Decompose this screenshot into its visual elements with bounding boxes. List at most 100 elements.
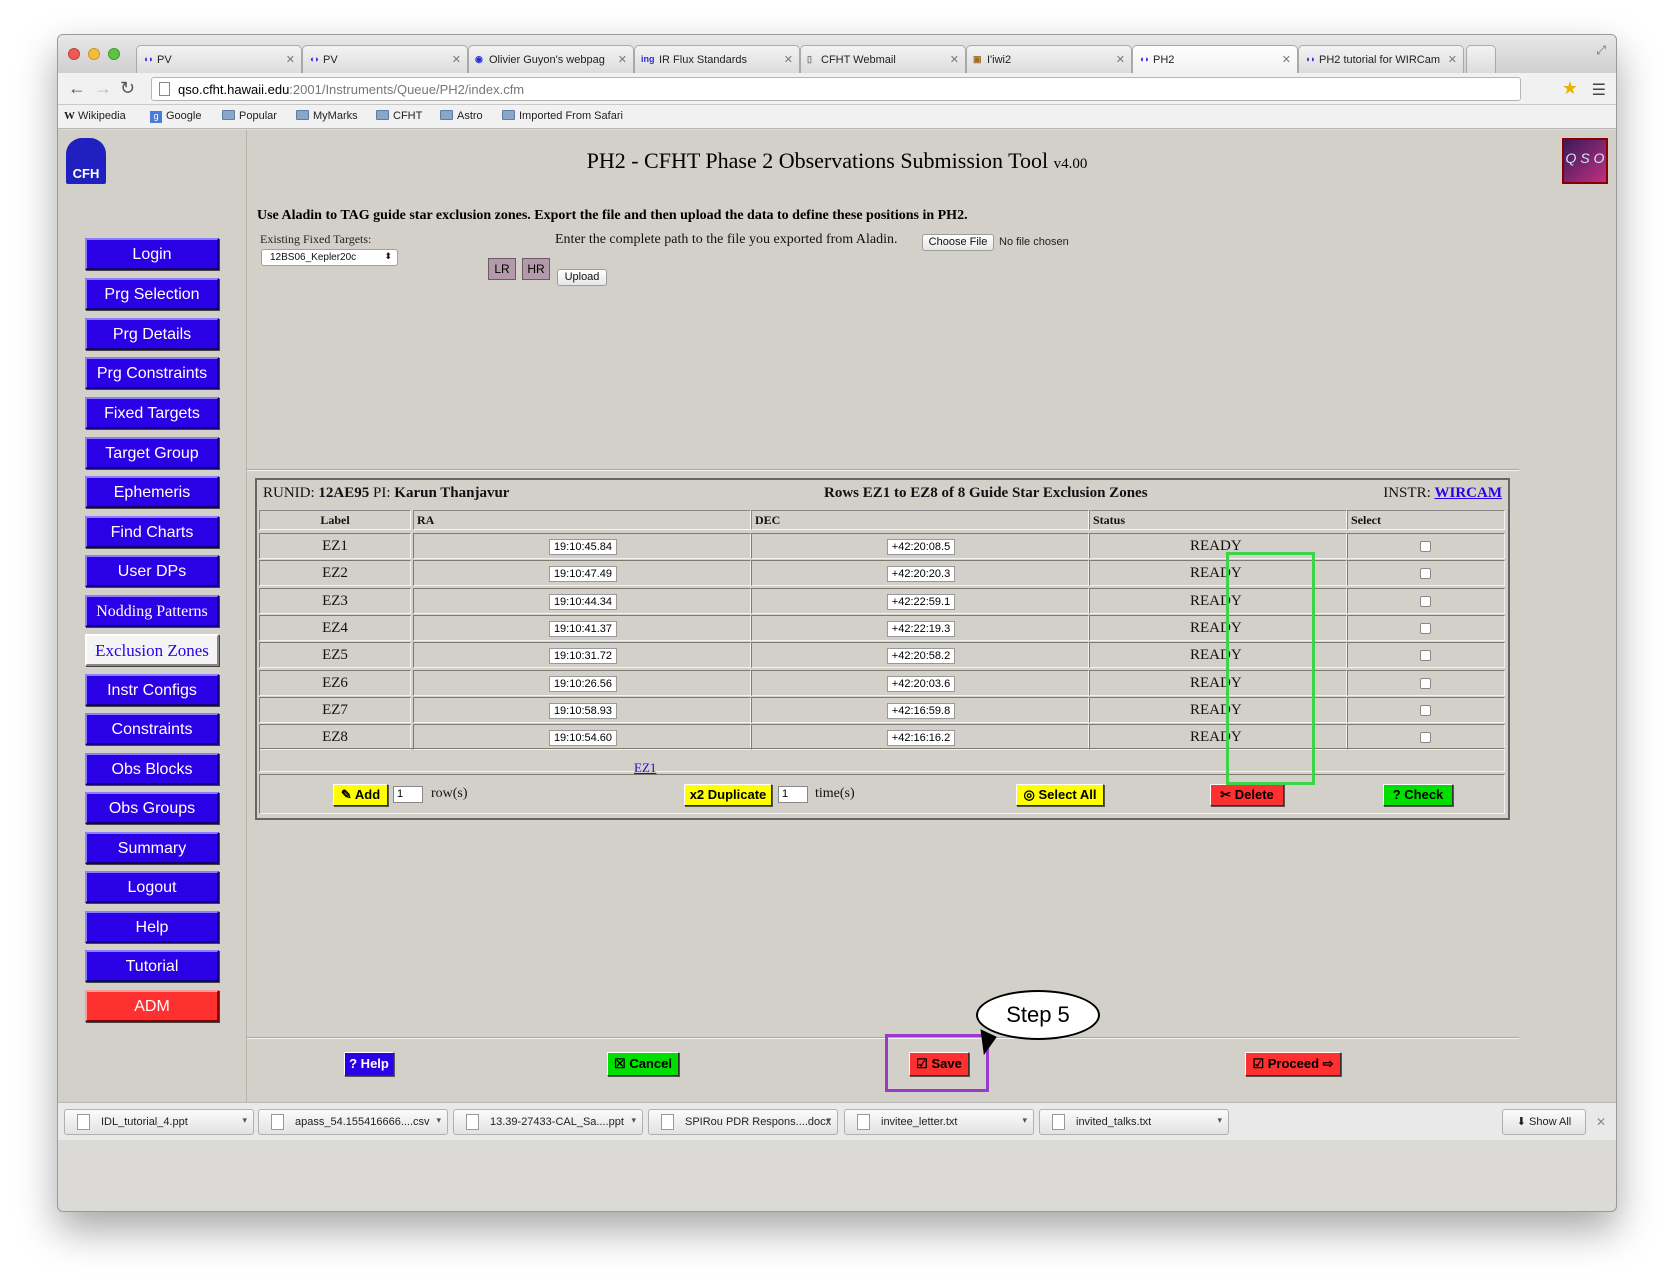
browser-tab[interactable]: ◖◗ PV ✕ bbox=[302, 45, 468, 73]
dec-input[interactable]: +42:20:03.6 bbox=[887, 675, 955, 692]
fullscreen-icon[interactable]: ⤢ bbox=[1596, 43, 1606, 58]
sidebar-ephemeris[interactable]: Ephemeris bbox=[85, 476, 219, 508]
menu-icon[interactable]: ☰ bbox=[1592, 80, 1606, 100]
dropdown-icon[interactable]: ▾ bbox=[242, 1115, 247, 1126]
browser-tab[interactable]: ▯ CFHT Webmail ✕ bbox=[800, 45, 966, 73]
close-tab-icon[interactable]: ✕ bbox=[1282, 53, 1291, 66]
sidebar-target-group[interactable]: Target Group bbox=[85, 437, 219, 469]
select-checkbox[interactable] bbox=[1420, 732, 1431, 744]
help-button[interactable]: ? Help bbox=[344, 1052, 394, 1076]
hr-button[interactable]: HR bbox=[522, 258, 550, 280]
browser-tab[interactable]: ◉ Olivier Guyon's webpag ✕ bbox=[468, 45, 634, 73]
zoom-window-button[interactable] bbox=[108, 48, 120, 60]
download-item[interactable]: invitee_letter.txt ▾ bbox=[844, 1109, 1034, 1135]
ra-input[interactable]: 19:10:58.93 bbox=[549, 702, 617, 719]
upload-button[interactable]: Upload bbox=[557, 269, 607, 286]
bookmark-folder[interactable]: MyMarks bbox=[296, 110, 358, 122]
lr-button[interactable]: LR bbox=[488, 258, 516, 280]
browser-tab[interactable]: ing IR Flux Standards ✕ bbox=[634, 45, 800, 73]
sidebar-obs-groups[interactable]: Obs Groups bbox=[85, 792, 219, 824]
select-checkbox[interactable] bbox=[1420, 677, 1431, 689]
sidebar-prg-selection[interactable]: Prg Selection bbox=[85, 278, 219, 310]
sidebar-obs-blocks[interactable]: Obs Blocks bbox=[85, 753, 219, 785]
bookmark-folder[interactable]: Popular bbox=[222, 110, 277, 122]
select-checkbox[interactable] bbox=[1420, 568, 1431, 580]
ra-input[interactable]: 19:10:31.72 bbox=[549, 648, 617, 665]
select-checkbox[interactable] bbox=[1420, 704, 1431, 716]
ra-input[interactable]: 19:10:54.60 bbox=[549, 730, 617, 747]
close-tab-icon[interactable]: ✕ bbox=[784, 53, 793, 66]
sidebar-help[interactable]: Help bbox=[85, 911, 219, 943]
dec-input[interactable]: +42:20:08.5 bbox=[887, 539, 955, 555]
dec-input[interactable]: +42:20:58.2 bbox=[887, 648, 955, 665]
address-bar[interactable]: qso.cfht.hawaii.edu:2001/Instruments/Que… bbox=[151, 77, 1521, 101]
sidebar-exclusion-zones[interactable]: Exclusion Zones bbox=[85, 634, 219, 666]
dec-input[interactable]: +42:22:19.3 bbox=[887, 620, 955, 637]
back-icon[interactable]: ← bbox=[68, 78, 86, 99]
close-tab-icon[interactable]: ✕ bbox=[286, 53, 295, 66]
add-count-input[interactable]: 1 bbox=[393, 786, 423, 803]
reload-icon[interactable]: ↻ bbox=[120, 78, 135, 99]
bookmark-star-icon[interactable]: ★ bbox=[1562, 78, 1578, 99]
browser-tab[interactable]: ◖◗ PH2 tutorial for WIRCam ✕ bbox=[1298, 45, 1464, 73]
sidebar-nodding-patterns[interactable]: Nodding Patterns bbox=[85, 595, 219, 627]
new-tab-button[interactable] bbox=[1466, 45, 1496, 73]
close-tab-icon[interactable]: ✕ bbox=[618, 53, 627, 66]
sidebar-fixed-targets[interactable]: Fixed Targets bbox=[85, 397, 219, 429]
existing-targets-select[interactable]: 12BS06_Kepler20c ⬍ bbox=[261, 249, 398, 266]
dropdown-icon[interactable]: ▾ bbox=[1022, 1115, 1027, 1126]
dropdown-icon[interactable]: ▾ bbox=[826, 1115, 831, 1126]
sidebar-instr-configs[interactable]: Instr Configs bbox=[85, 674, 219, 706]
proceed-button[interactable]: ☑ Proceed ⇨ bbox=[1245, 1052, 1341, 1076]
sidebar-login[interactable]: Login bbox=[85, 238, 219, 270]
minimize-window-button[interactable] bbox=[88, 48, 100, 60]
close-tab-icon[interactable]: ✕ bbox=[1448, 53, 1457, 66]
sidebar-adm[interactable]: ADM bbox=[85, 990, 219, 1022]
sidebar-summary[interactable]: Summary bbox=[85, 832, 219, 864]
duplicate-count-input[interactable]: 1 bbox=[778, 786, 808, 803]
forward-icon[interactable]: → bbox=[94, 78, 112, 99]
dec-input[interactable]: +42:16:59.8 bbox=[887, 702, 955, 719]
show-all-downloads-button[interactable]: ⬇ Show All bbox=[1502, 1109, 1586, 1135]
close-tab-icon[interactable]: ✕ bbox=[1116, 53, 1125, 66]
dec-input[interactable]: +42:22:59.1 bbox=[887, 593, 955, 610]
dropdown-icon[interactable]: ▾ bbox=[631, 1115, 636, 1126]
download-item[interactable]: SPIRou PDR Respons....docx ▾ bbox=[648, 1109, 838, 1135]
bookmark-folder[interactable]: Astro bbox=[440, 110, 483, 122]
instrument-link[interactable]: WIRCAM bbox=[1435, 485, 1503, 501]
download-item[interactable]: invited_talks.txt ▾ bbox=[1039, 1109, 1229, 1135]
close-tab-icon[interactable]: ✕ bbox=[950, 53, 959, 66]
download-item[interactable]: 13.39-27433-CAL_Sa....ppt ▾ bbox=[453, 1109, 643, 1135]
select-checkbox[interactable] bbox=[1420, 541, 1431, 552]
close-tab-icon[interactable]: ✕ bbox=[452, 53, 461, 66]
add-button[interactable]: ✎ Add bbox=[333, 784, 388, 806]
ra-input[interactable]: 19:10:45.84 bbox=[549, 539, 617, 555]
check-button[interactable]: ? Check bbox=[1383, 784, 1453, 806]
choose-file-button[interactable]: Choose File bbox=[922, 234, 994, 251]
dec-input[interactable]: +42:16:16.2 bbox=[887, 730, 955, 747]
ra-input[interactable]: 19:10:44.34 bbox=[549, 593, 617, 610]
close-window-button[interactable] bbox=[68, 48, 80, 60]
delete-button[interactable]: ✂ Delete bbox=[1210, 784, 1284, 806]
bookmark-folder[interactable]: Imported From Safari bbox=[502, 110, 623, 122]
sidebar-find-charts[interactable]: Find Charts bbox=[85, 516, 219, 548]
browser-tab[interactable]: ▣ I'iwi2 ✕ bbox=[966, 45, 1132, 73]
select-checkbox[interactable] bbox=[1420, 595, 1431, 607]
select-all-button[interactable]: ◎ Select All bbox=[1016, 784, 1104, 806]
download-item[interactable]: apass_54.155416666....csv ▾ bbox=[258, 1109, 448, 1135]
bookmark-folder[interactable]: CFHT bbox=[376, 110, 422, 122]
select-checkbox[interactable] bbox=[1420, 650, 1431, 662]
sidebar-tutorial[interactable]: Tutorial bbox=[85, 950, 219, 982]
browser-tab-active[interactable]: ◖◗ PH2 ✕ bbox=[1132, 45, 1298, 73]
close-downloads-icon[interactable]: ✕ bbox=[1596, 1115, 1606, 1129]
dropdown-icon[interactable]: ▾ bbox=[436, 1115, 441, 1126]
sidebar-prg-constraints[interactable]: Prg Constraints bbox=[85, 357, 219, 389]
dropdown-icon[interactable]: ▾ bbox=[1217, 1115, 1222, 1126]
dec-input[interactable]: +42:20:20.3 bbox=[887, 566, 955, 583]
sidebar-constraints[interactable]: Constraints bbox=[85, 713, 219, 745]
duplicate-button[interactable]: x2 Duplicate bbox=[684, 784, 772, 806]
bookmark-wikipedia[interactable]: W Wikipedia bbox=[64, 110, 126, 122]
ra-input[interactable]: 19:10:41.37 bbox=[549, 620, 617, 637]
sidebar-user-dps[interactable]: User DPs bbox=[85, 555, 219, 587]
sidebar-logout[interactable]: Logout bbox=[85, 871, 219, 903]
